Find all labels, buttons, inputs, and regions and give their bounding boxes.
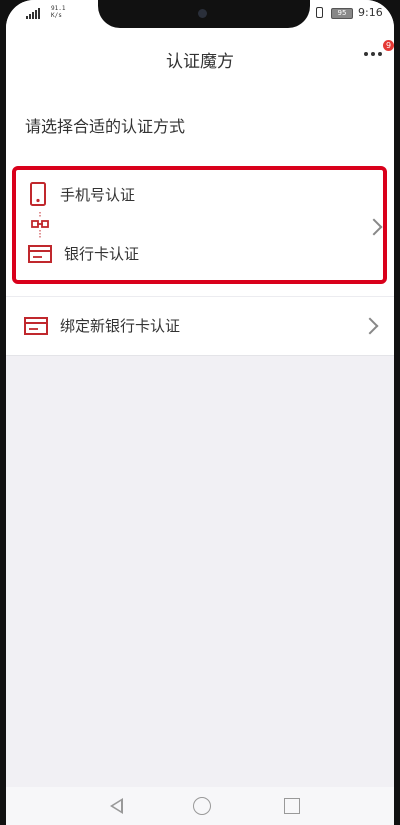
more-dots-icon[interactable]	[364, 52, 382, 56]
app-header: 认证魔方 9	[6, 30, 394, 88]
system-nav-bar	[6, 787, 394, 825]
phone-bank-auth-option[interactable]: 手机号认证 银行卡认证	[12, 166, 387, 284]
phone-auth-label: 手机号认证	[60, 185, 136, 204]
bank-card-icon	[24, 316, 48, 335]
bind-new-bank-card-option[interactable]: 绑定新银行卡认证	[6, 296, 394, 355]
selection-prompt: 请选择合适的认证方式	[25, 117, 186, 136]
screen: 91.1 K/s 95 9:16 认证魔方 9 请选择合适的认证方式 手机号认证…	[6, 0, 394, 825]
network-speed: 91.1 K/s	[51, 5, 66, 19]
signal-icon	[26, 7, 40, 19]
bank-auth-row: 银行卡认证	[28, 243, 139, 264]
home-icon[interactable]	[193, 797, 211, 815]
notch	[98, 0, 310, 28]
chevron-right-icon	[361, 317, 379, 335]
battery-icon: 95	[331, 8, 353, 19]
link-icon	[31, 212, 49, 238]
phone-auth-row: 手机号认证	[28, 182, 135, 206]
auth-options-panel: 请选择合适的认证方式 手机号认证 银行卡认证 绑定新银行卡认证	[6, 88, 394, 356]
bind-card-label: 绑定新银行卡认证	[60, 317, 181, 335]
camera-icon	[198, 9, 207, 18]
bank-auth-label: 银行卡认证	[64, 245, 140, 263]
status-bar: 91.1 K/s 95 9:16	[6, 0, 394, 30]
bank-card-icon	[28, 244, 52, 263]
notification-badge: 9	[383, 40, 394, 51]
phone-frame: 91.1 K/s 95 9:16 认证魔方 9 请选择合适的认证方式 手机号认证…	[0, 0, 400, 825]
status-time: 9:16	[358, 6, 383, 19]
phone-icon	[30, 182, 46, 206]
page-title: 认证魔方	[166, 52, 234, 72]
recent-apps-icon[interactable]	[284, 798, 300, 814]
vibrate-icon	[316, 7, 323, 18]
chevron-right-icon	[365, 218, 383, 236]
bind-card-row: 绑定新银行卡认证	[24, 315, 180, 336]
